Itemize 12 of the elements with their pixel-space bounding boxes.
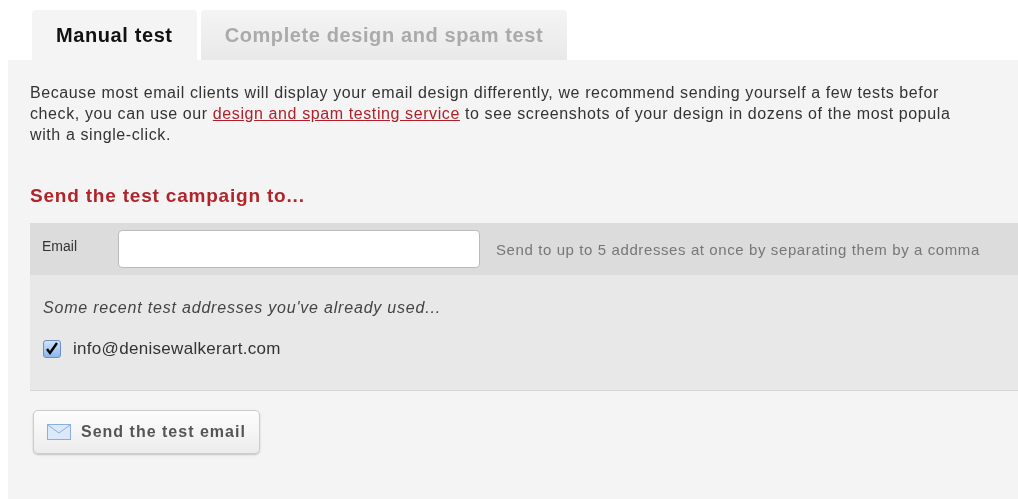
intro-paragraph: Because most email clients will display your email design differently, we recommend sending yourself a few tests befor check, you can use our design and spam testing service to see screenshots of your design in dozens of the most popula with a single-click. — [30, 83, 952, 145]
tab[interactable]: Manual test — [32, 10, 197, 60]
address-label: info@denisewalkerart.com — [73, 339, 281, 359]
email-input[interactable] — [118, 230, 480, 268]
section-heading: Send the test campaign to... — [30, 185, 306, 207]
email-hint: Send to up to 5 addresses at once by separating them by a comma — [496, 240, 980, 258]
recent-title: Some recent test addresses you've already used... — [43, 299, 442, 317]
envelope-icon — [47, 424, 71, 440]
checkbox[interactable] — [43, 340, 61, 358]
email-label: Email — [42, 238, 78, 254]
send-test-button[interactable]: Send the test email — [33, 410, 260, 454]
spam-testing-link[interactable]: design and spam testing service — [212, 105, 460, 122]
